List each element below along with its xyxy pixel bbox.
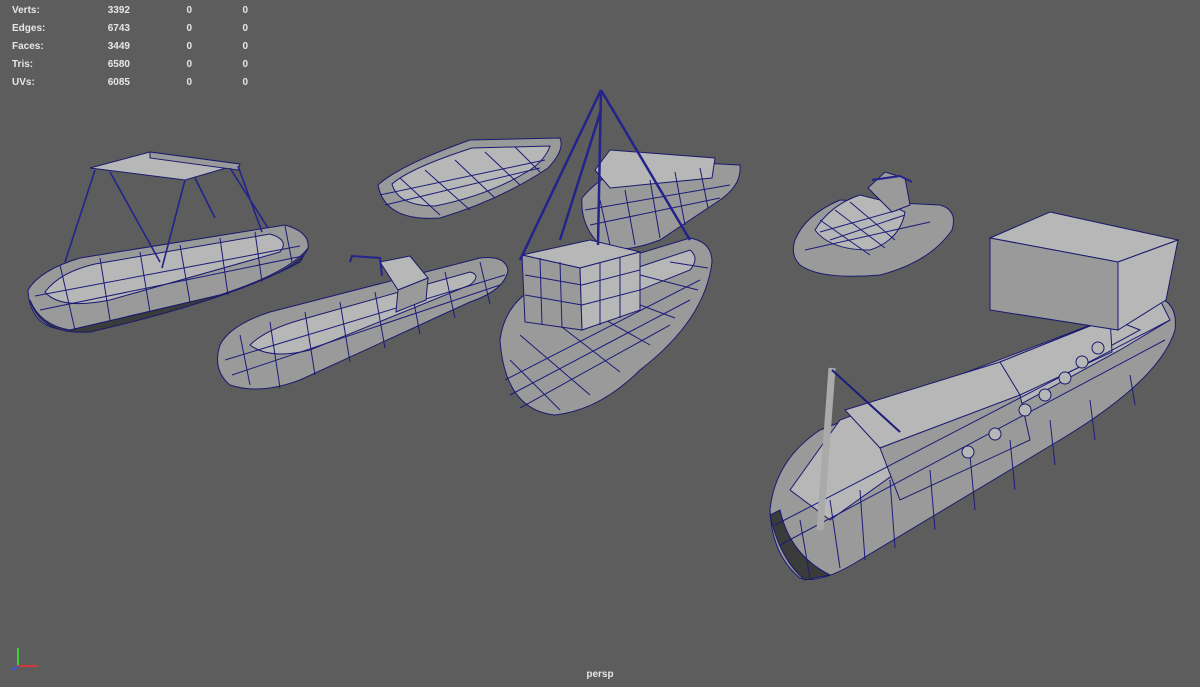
hud-value: 0: [186, 41, 192, 52]
hud-value: 0: [186, 23, 192, 34]
hud-value: 6743: [107, 23, 130, 34]
hud-value: 3392: [107, 5, 130, 16]
hud-value: 6085: [107, 77, 130, 88]
hud-value: 0: [242, 41, 248, 52]
poly-count-hud: Verts: 3392 0 0 Edges: 6743 0 0 Faces: 3…: [12, 2, 248, 92]
hud-value: 0: [242, 77, 248, 88]
jetski-model[interactable]: [792, 171, 954, 277]
hud-label: Verts:: [12, 5, 40, 16]
hud-label: Faces:: [12, 41, 44, 52]
scene-canvas[interactable]: [0, 0, 1200, 687]
hud-value: 0: [186, 59, 192, 70]
hud-value: 3449: [107, 41, 130, 52]
perspective-viewport[interactable]: Verts: 3392 0 0 Edges: 6743 0 0 Faces: 3…: [0, 0, 1200, 687]
hud-row-tris: Tris: 6580 0 0: [12, 56, 248, 74]
cabin-skiff-model[interactable]: [581, 149, 741, 250]
hud-value: 0: [186, 77, 192, 88]
hud-label: Edges:: [12, 23, 46, 34]
hud-label: Tris:: [12, 59, 34, 70]
rowboat-model[interactable]: [377, 137, 562, 219]
hud-row-verts: Verts: 3392 0 0: [12, 2, 248, 20]
hud-value: 0: [242, 23, 248, 34]
hud-row-uvs: UVs: 6085 0 0: [12, 74, 248, 92]
hud-label: UVs:: [12, 77, 35, 88]
hud-value: 0: [242, 59, 248, 70]
hud-value: 0: [242, 5, 248, 16]
hud-row-faces: Faces: 3449 0 0: [12, 38, 248, 56]
bowrider-boat-model[interactable]: [27, 151, 309, 333]
axis-gizmo-icon: [11, 648, 38, 671]
hud-value: 6580: [107, 59, 130, 70]
camera-name-label: persp: [586, 669, 614, 680]
hud-row-edges: Edges: 6743 0 0: [12, 20, 248, 38]
hud-value: 0: [186, 5, 192, 16]
